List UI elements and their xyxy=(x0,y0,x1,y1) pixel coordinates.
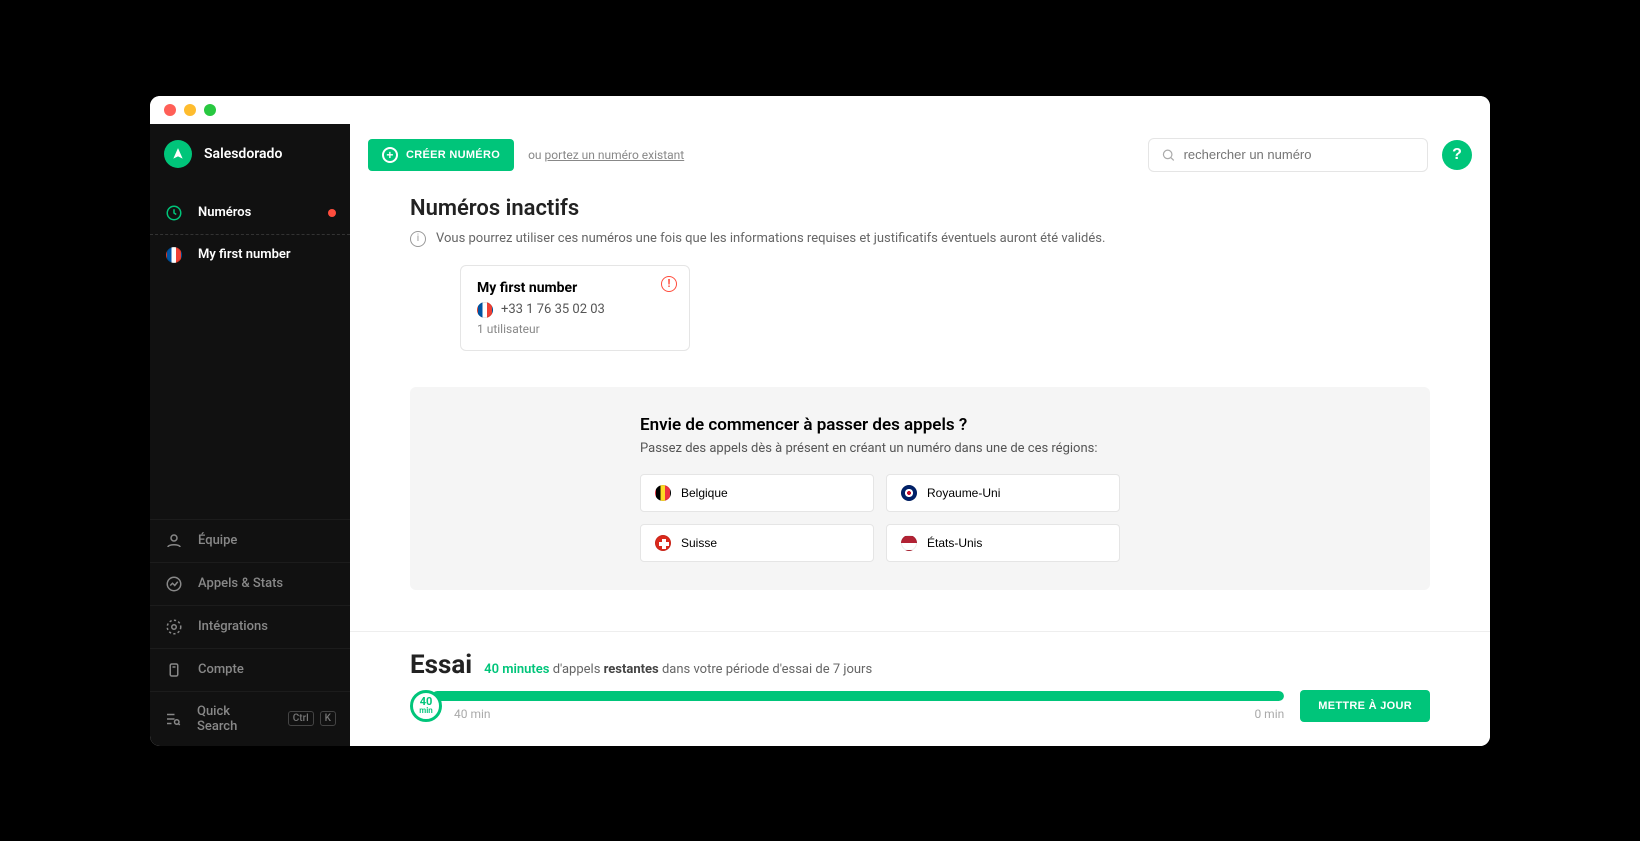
sidebar-item-label: Intégrations xyxy=(198,619,268,634)
flag-fr-icon xyxy=(164,247,184,263)
sidebar-item-label: Numéros xyxy=(198,205,251,220)
sidebar: Salesdorado Numéros My first number xyxy=(150,124,350,746)
region-label: Belgique xyxy=(681,486,728,500)
warning-icon: ! xyxy=(661,276,677,292)
stats-icon xyxy=(164,575,184,593)
upgrade-button[interactable]: METTRE À JOUR xyxy=(1300,690,1430,722)
inactive-numbers-title: Numéros inactifs xyxy=(410,196,1430,221)
flag-us-icon xyxy=(901,535,917,551)
sidebar-item-label: Compte xyxy=(198,662,244,677)
trial-progress: 40 min 40 min 0 min xyxy=(410,691,1284,721)
search-icon xyxy=(1161,147,1176,163)
sidebar-item-compte[interactable]: Compte xyxy=(150,648,350,691)
promo-subtitle: Passez des appels dès à présent en créan… xyxy=(640,441,1200,456)
progress-fill xyxy=(432,691,1284,701)
sidebar-item-label: My first number xyxy=(198,247,291,262)
region-label: Suisse xyxy=(681,536,717,550)
app-window: Salesdorado Numéros My first number xyxy=(150,96,1490,746)
progress-left-label: 40 min xyxy=(454,707,491,721)
keyboard-shortcut: Ctrl K xyxy=(284,711,336,726)
region-button-etats-unis[interactable]: États-Unis xyxy=(886,524,1120,562)
number-card-users: 1 utilisateur xyxy=(477,322,673,336)
import-number-link[interactable]: portez un numéro existant xyxy=(545,148,685,162)
sidebar-item-label: Appels & Stats xyxy=(198,576,283,591)
window-minimize-icon[interactable] xyxy=(184,104,196,116)
promo-title: Envie de commencer à passer des appels ? xyxy=(640,415,1200,435)
region-button-royaume-uni[interactable]: Royaume-Uni xyxy=(886,474,1120,512)
integrations-icon xyxy=(164,618,184,636)
brand-name: Salesdorado xyxy=(204,146,282,162)
sidebar-item-appels[interactable]: Appels & Stats xyxy=(150,562,350,605)
topbar: + CRÉER NUMÉRO ou portez un numéro exist… xyxy=(350,124,1490,186)
flag-be-icon xyxy=(655,485,671,501)
window-close-icon[interactable] xyxy=(164,104,176,116)
search-list-icon xyxy=(164,710,183,728)
flag-uk-icon xyxy=(901,485,917,501)
trial-bar: Essai 40 minutes d'appels restantes dans… xyxy=(350,631,1490,746)
sidebar-item-equipe[interactable]: Équipe xyxy=(150,519,350,562)
phone-icon xyxy=(164,204,184,222)
notification-dot-icon xyxy=(328,209,336,217)
region-button-suisse[interactable]: Suisse xyxy=(640,524,874,562)
account-icon xyxy=(164,661,184,679)
brand: Salesdorado xyxy=(150,124,350,188)
progress-knob-icon: 40 min xyxy=(410,690,442,722)
team-icon xyxy=(164,532,184,550)
region-label: États-Unis xyxy=(927,536,982,550)
button-label: CRÉER NUMÉRO xyxy=(406,149,500,161)
window-zoom-icon[interactable] xyxy=(204,104,216,116)
inactive-numbers-subtitle: Vous pourrez utiliser ces numéros une fo… xyxy=(436,231,1105,246)
info-icon: i xyxy=(410,231,426,247)
plus-circle-icon: + xyxy=(382,147,398,163)
brand-logo-icon xyxy=(164,140,192,168)
trial-title: Essai xyxy=(410,650,472,680)
promo-panel: Envie de commencer à passer des appels ?… xyxy=(410,387,1430,590)
create-number-button[interactable]: + CRÉER NUMÉRO xyxy=(368,139,514,171)
help-button[interactable]: ? xyxy=(1442,140,1472,170)
flag-fr-icon xyxy=(477,302,493,318)
sidebar-item-label: Quick Search xyxy=(197,704,270,734)
main-content: + CRÉER NUMÉRO ou portez un numéro exist… xyxy=(350,124,1490,746)
sidebar-item-numeros[interactable]: Numéros xyxy=(150,192,350,235)
window-titlebar xyxy=(150,96,1490,124)
progress-right-label: 0 min xyxy=(1254,707,1284,721)
region-button-belgique[interactable]: Belgique xyxy=(640,474,874,512)
sidebar-item-first-number[interactable]: My first number xyxy=(150,235,350,275)
flag-ch-icon xyxy=(655,535,671,551)
region-label: Royaume-Uni xyxy=(927,486,1000,500)
search-input-wrapper[interactable] xyxy=(1148,138,1428,172)
import-number-text: ou portez un numéro existant xyxy=(528,148,684,162)
search-input[interactable] xyxy=(1184,147,1415,162)
sidebar-item-quick-search[interactable]: Quick Search Ctrl K xyxy=(150,691,350,746)
number-card-name: My first number xyxy=(477,280,673,296)
trial-description: 40 minutes d'appels restantes dans votre… xyxy=(484,662,872,677)
number-card-phone: +33 1 76 35 02 03 xyxy=(501,302,605,317)
number-card[interactable]: ! My first number +33 1 76 35 02 03 1 ut… xyxy=(460,265,690,351)
sidebar-item-integrations[interactable]: Intégrations xyxy=(150,605,350,648)
sidebar-item-label: Équipe xyxy=(198,533,237,548)
